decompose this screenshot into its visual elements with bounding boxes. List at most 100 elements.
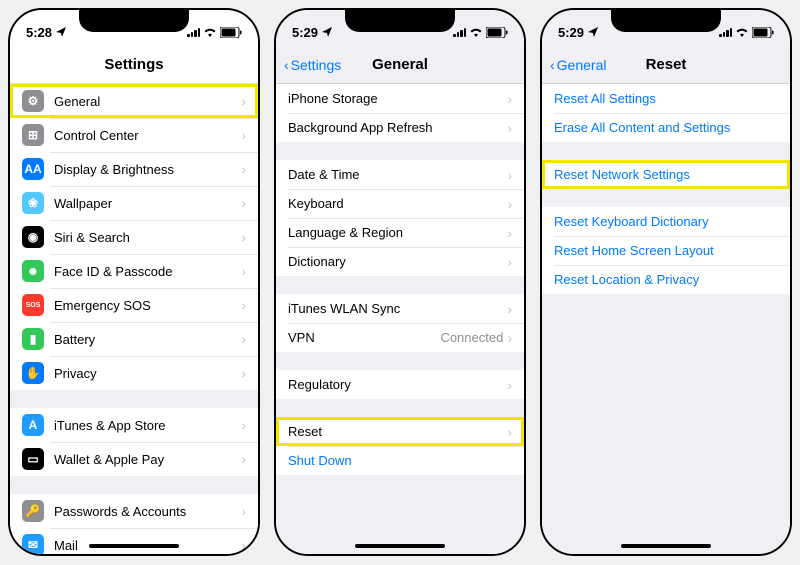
chevron-right-icon: › [507, 91, 512, 107]
row-iphone-storage[interactable]: iPhone Storage› [276, 84, 524, 113]
row-wallet-apple-pay[interactable]: ▭Wallet & Apple Pay› [10, 442, 258, 476]
chevron-right-icon: › [241, 93, 246, 109]
row-label: Face ID & Passcode [54, 264, 241, 279]
general-icon: ⚙ [22, 90, 44, 112]
page-title: General [372, 56, 428, 73]
row-label: Reset Keyboard Dictionary [554, 214, 778, 229]
wifi-icon [469, 27, 483, 37]
row-label: Keyboard [288, 196, 507, 211]
back-button[interactable]: ‹ General [550, 46, 606, 83]
row-label: VPN [288, 330, 440, 345]
back-label: General [557, 57, 607, 73]
back-button[interactable]: ‹ Settings [284, 46, 341, 83]
row-label: Siri & Search [54, 230, 241, 245]
row-itunes-wlan-sync[interactable]: iTunes WLAN Sync› [276, 294, 524, 323]
chevron-left-icon: ‹ [284, 57, 289, 73]
home-indicator[interactable] [89, 544, 179, 548]
chevron-right-icon: › [507, 301, 512, 317]
row-label: Erase All Content and Settings [554, 120, 778, 135]
row-reset-keyboard-dictionary[interactable]: Reset Keyboard Dictionary [542, 207, 790, 236]
chevron-right-icon: › [241, 127, 246, 143]
privacy-icon: ✋ [22, 362, 44, 384]
row-reset[interactable]: Reset› [276, 417, 524, 446]
row-label: Reset All Settings [554, 91, 778, 106]
row-dictionary[interactable]: Dictionary› [276, 247, 524, 276]
page-title: Settings [104, 56, 163, 73]
location-icon [56, 27, 66, 37]
notch [611, 10, 721, 32]
chevron-right-icon: › [241, 451, 246, 467]
row-regulatory[interactable]: Regulatory› [276, 370, 524, 399]
row-wallpaper[interactable]: ❀Wallpaper› [10, 186, 258, 220]
chevron-right-icon: › [241, 195, 246, 211]
chevron-right-icon: › [241, 417, 246, 433]
phone-general: 5:29 ‹ Settings General iPhone Storage›B… [274, 8, 526, 556]
row-label: General [54, 94, 241, 109]
row-date-time[interactable]: Date & Time› [276, 160, 524, 189]
general-list[interactable]: iPhone Storage›Background App Refresh›Da… [276, 84, 524, 554]
row-label: Reset Home Screen Layout [554, 243, 778, 258]
siri-search-icon: ◉ [22, 226, 44, 248]
row-keyboard[interactable]: Keyboard› [276, 189, 524, 218]
status-time: 5:29 [292, 25, 318, 40]
row-mail[interactable]: ✉Mail› [10, 528, 258, 554]
row-reset-all-settings[interactable]: Reset All Settings [542, 84, 790, 113]
chevron-right-icon: › [507, 330, 512, 346]
row-siri-search[interactable]: ◉ Siri & Search› [10, 220, 258, 254]
home-indicator[interactable] [621, 544, 711, 548]
row-emergency-sos[interactable]: SOSEmergency SOS› [10, 288, 258, 322]
row-label: Language & Region [288, 225, 507, 240]
row-label: Wallet & Apple Pay [54, 452, 241, 467]
row-vpn[interactable]: VPNConnected › [276, 323, 524, 352]
row-label: Reset Network Settings [554, 167, 778, 182]
chevron-right-icon: › [241, 537, 246, 553]
itunes-app-store-icon: A [22, 414, 44, 436]
battery-icon [486, 27, 508, 38]
battery-icon [220, 27, 242, 38]
settings-list[interactable]: ⚙General›⊞Control Center›AADisplay & Bri… [10, 84, 258, 554]
row-label: Emergency SOS [54, 298, 241, 313]
display-brightness-icon: AA [22, 158, 44, 180]
chevron-right-icon: › [507, 225, 512, 241]
row-erase-all-content-and-settings[interactable]: Erase All Content and Settings [542, 113, 790, 142]
notch [345, 10, 455, 32]
status-time: 5:28 [26, 25, 52, 40]
row-privacy[interactable]: ✋ Privacy› [10, 356, 258, 390]
row-reset-network-settings[interactable]: Reset Network Settings [542, 160, 790, 189]
row-itunes-app-store[interactable]: AiTunes & App Store› [10, 408, 258, 442]
wifi-icon [735, 27, 749, 37]
chevron-right-icon: › [507, 120, 512, 136]
signal-icon [453, 27, 466, 37]
chevron-right-icon: › [241, 229, 246, 245]
wallpaper-icon: ❀ [22, 192, 44, 214]
row-reset-location-privacy[interactable]: Reset Location & Privacy [542, 265, 790, 294]
reset-list[interactable]: Reset All Settings Erase All Content and … [542, 84, 790, 554]
row-label: Privacy [54, 366, 241, 381]
row-label: iPhone Storage [288, 91, 507, 106]
notch [79, 10, 189, 32]
row-shut-down[interactable]: Shut Down [276, 446, 524, 475]
emergency-sos-icon: SOS [22, 294, 44, 316]
row-label: Dictionary [288, 254, 507, 269]
row-battery[interactable]: ▮Battery› [10, 322, 258, 356]
row-label: Reset Location & Privacy [554, 272, 778, 287]
row-general[interactable]: ⚙ General› [10, 84, 258, 118]
status-time: 5:29 [558, 25, 584, 40]
chevron-right-icon: › [507, 377, 512, 393]
row-display-brightness[interactable]: AADisplay & Brightness› [10, 152, 258, 186]
chevron-right-icon: › [241, 365, 246, 381]
location-icon [588, 27, 598, 37]
row-reset-home-screen-layout[interactable]: Reset Home Screen Layout [542, 236, 790, 265]
row-label: Battery [54, 332, 241, 347]
row-background-app-refresh[interactable]: Background App Refresh› [276, 113, 524, 142]
battery-icon: ▮ [22, 328, 44, 350]
row-face-id-passcode[interactable]: ☻Face ID & Passcode› [10, 254, 258, 288]
row-language-region[interactable]: Language & Region› [276, 218, 524, 247]
home-indicator[interactable] [355, 544, 445, 548]
chevron-right-icon: › [241, 161, 246, 177]
chevron-left-icon: ‹ [550, 57, 555, 73]
battery-icon [752, 27, 774, 38]
row-control-center[interactable]: ⊞Control Center› [10, 118, 258, 152]
row-value: Connected [440, 330, 503, 345]
row-passwords-accounts[interactable]: 🔑Passwords & Accounts› [10, 494, 258, 528]
